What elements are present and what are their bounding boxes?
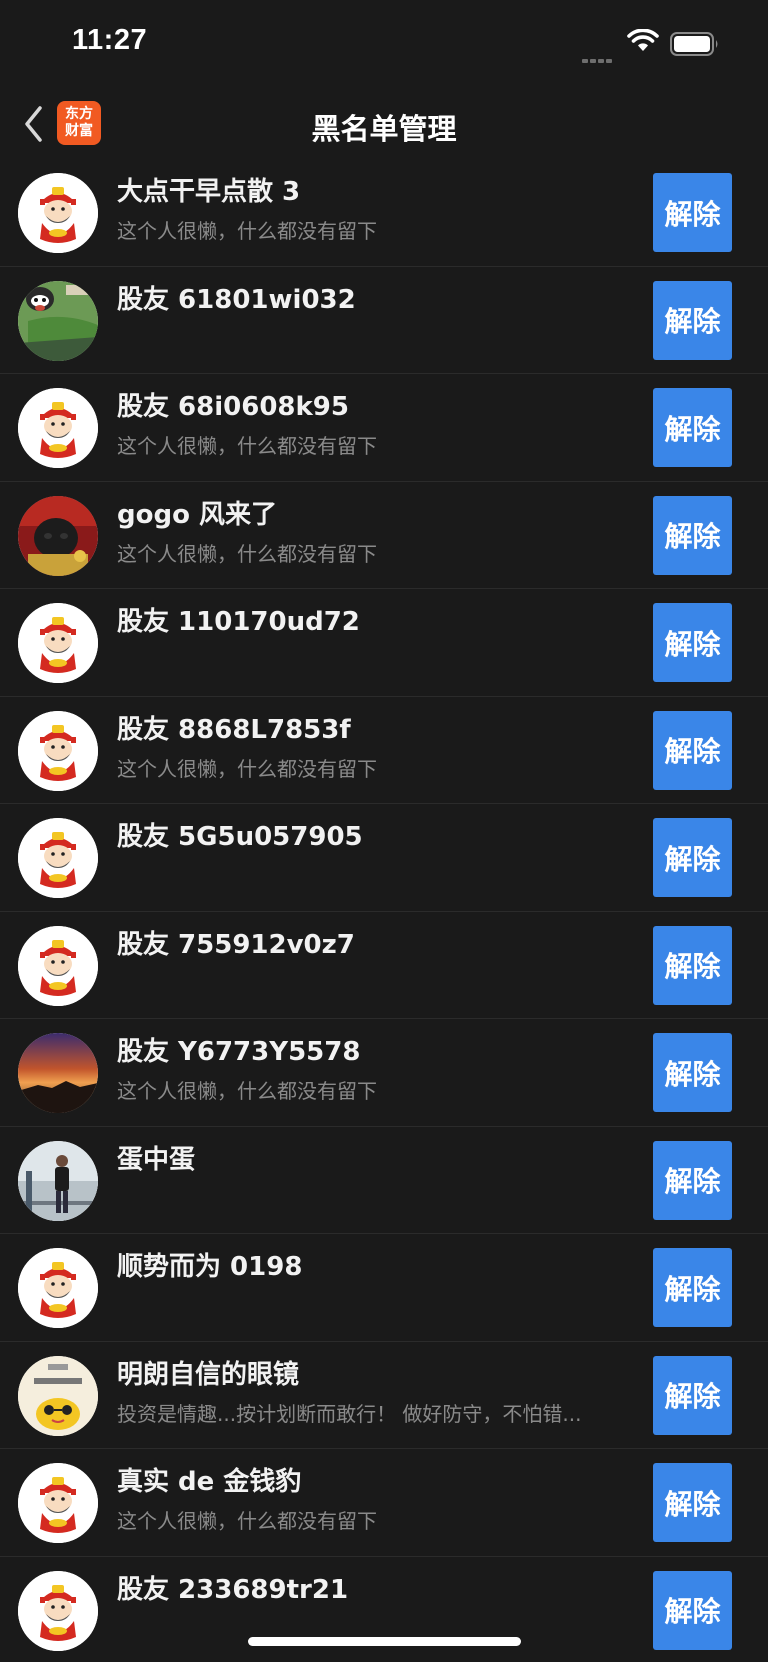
unblock-button[interactable]: 解除 xyxy=(653,495,732,575)
avatar[interactable] xyxy=(18,388,98,468)
list-item[interactable]: 蛋中蛋 解除 xyxy=(0,1127,768,1234)
list-item[interactable]: gogo 风来了这个人很懒，什么都没有留下 解除 xyxy=(0,482,768,589)
unblock-button[interactable]: 解除 xyxy=(653,1355,732,1435)
unblock-button[interactable]: 解除 xyxy=(653,603,732,682)
avatar[interactable] xyxy=(18,925,98,1006)
user-name[interactable]: 股友 61801wi032 xyxy=(117,279,356,316)
user-name[interactable]: 股友 Y6773Y5578 xyxy=(117,1031,360,1068)
user-name[interactable]: 真实 de 金钱豹 xyxy=(117,1461,301,1498)
unblock-button[interactable]: 解除 xyxy=(653,925,732,1005)
user-signature: 这个人很懒，什么都没有留下 xyxy=(117,219,377,243)
user-name[interactable]: 股友 8868L7853f xyxy=(117,709,351,746)
page-title: 黑名单管理 xyxy=(311,112,457,146)
list-item[interactable]: 真实 de 金钱豹这个人很懒，什么都没有留下 解除 xyxy=(0,1449,768,1557)
avatar[interactable] xyxy=(18,495,98,576)
unblock-button[interactable]: 解除 xyxy=(653,173,732,252)
blacklist[interactable]: 大点干早点散 3 这个人很懒，什么都没有留下 解除 股友 61801wi032 解除 股友… xyxy=(0,164,768,1662)
user-signature: 这个人很懒，什么都没有留下 xyxy=(117,541,377,566)
list-item[interactable]: 股友 8868L7853f 这个人很懒，什么都没有留下 解除 xyxy=(0,697,768,804)
unblock-button[interactable]: 解除 xyxy=(653,388,732,467)
status-bar: 11:27 xyxy=(0,0,768,88)
list-item[interactable]: 股友 68i0608k95 这个人很懒，什么都没有留下 解除 xyxy=(0,374,768,482)
unblock-button[interactable]: 解除 xyxy=(653,1033,732,1112)
avatar[interactable] xyxy=(18,1570,98,1651)
unblock-button[interactable]: 解除 xyxy=(653,1140,732,1220)
list-item[interactable]: 股友 755912v0z7 解除 xyxy=(0,912,768,1019)
user-name[interactable]: gogo 风来了 xyxy=(117,494,277,531)
avatar[interactable] xyxy=(18,818,98,898)
avatar[interactable] xyxy=(18,173,98,253)
unblock-button[interactable]: 解除 xyxy=(653,1463,732,1542)
home-indicator[interactable] xyxy=(248,1637,521,1646)
unblock-button[interactable]: 解除 xyxy=(653,710,732,790)
unblock-button[interactable]: 解除 xyxy=(653,818,732,897)
user-name[interactable]: 明朗自信的眼镜 xyxy=(117,1354,299,1391)
user-signature: 这个人很懒，什么都没有留下 xyxy=(117,756,377,781)
avatar[interactable] xyxy=(18,710,98,791)
battery-icon xyxy=(670,32,718,56)
user-signature: 这个人很懒，什么都没有留下 xyxy=(117,434,377,458)
user-name[interactable]: 顺势而为 0198 xyxy=(117,1246,302,1283)
avatar[interactable] xyxy=(18,1355,98,1436)
avatar[interactable] xyxy=(18,1140,98,1221)
list-item[interactable]: 股友 5G5u057905 解除 xyxy=(0,804,768,912)
navigation-bar: 东方 财富 黑名单管理 xyxy=(0,88,768,164)
status-time: 11:27 xyxy=(72,24,148,56)
user-signature: 这个人很懒，什么都没有留下 xyxy=(117,1509,377,1533)
user-name[interactable]: 股友 110170ud72 xyxy=(117,601,360,638)
user-signature: 投资是情趣...按计划断而敢行！ 做好防守，不怕错... xyxy=(117,1401,582,1426)
user-name[interactable]: 股友 755912v0z7 xyxy=(117,924,355,961)
list-item[interactable]: 大点干早点散 3 这个人很懒，什么都没有留下 解除 xyxy=(0,164,768,267)
list-item[interactable]: 股友 61801wi032 解除 xyxy=(0,267,768,374)
user-signature: 这个人很懒，什么都没有留下 xyxy=(117,1079,377,1103)
unblock-button[interactable]: 解除 xyxy=(653,1248,732,1327)
user-name[interactable]: 蛋中蛋 xyxy=(117,1139,195,1176)
cellular-signal-icon xyxy=(582,48,614,67)
list-item[interactable]: 股友 110170ud72 解除 xyxy=(0,589,768,697)
user-name[interactable]: 股友 233689tr21 xyxy=(117,1569,348,1606)
user-name[interactable]: 股友 5G5u057905 xyxy=(117,816,363,853)
list-item[interactable]: 顺势而为 0198 解除 xyxy=(0,1234,768,1342)
list-item[interactable]: 明朗自信的眼镜投资是情趣...按计划断而敢行！ 做好防守，不怕错... 解除 xyxy=(0,1342,768,1449)
unblock-button[interactable]: 解除 xyxy=(653,280,732,360)
unblock-button[interactable]: 解除 xyxy=(653,1570,732,1650)
avatar[interactable] xyxy=(18,280,98,361)
avatar[interactable] xyxy=(18,1248,98,1328)
avatar[interactable] xyxy=(18,603,98,683)
list-item[interactable]: 股友 233689tr21 解除 xyxy=(0,1557,768,1662)
wifi-icon xyxy=(627,29,659,51)
list-item[interactable]: 股友 Y6773Y5578 这个人很懒，什么都没有留下 解除 xyxy=(0,1019,768,1127)
user-name[interactable]: 股友 68i0608k95 xyxy=(117,386,349,423)
user-name[interactable]: 大点干早点散 3 xyxy=(117,171,300,208)
avatar[interactable] xyxy=(18,1033,98,1113)
avatar[interactable] xyxy=(18,1463,98,1543)
